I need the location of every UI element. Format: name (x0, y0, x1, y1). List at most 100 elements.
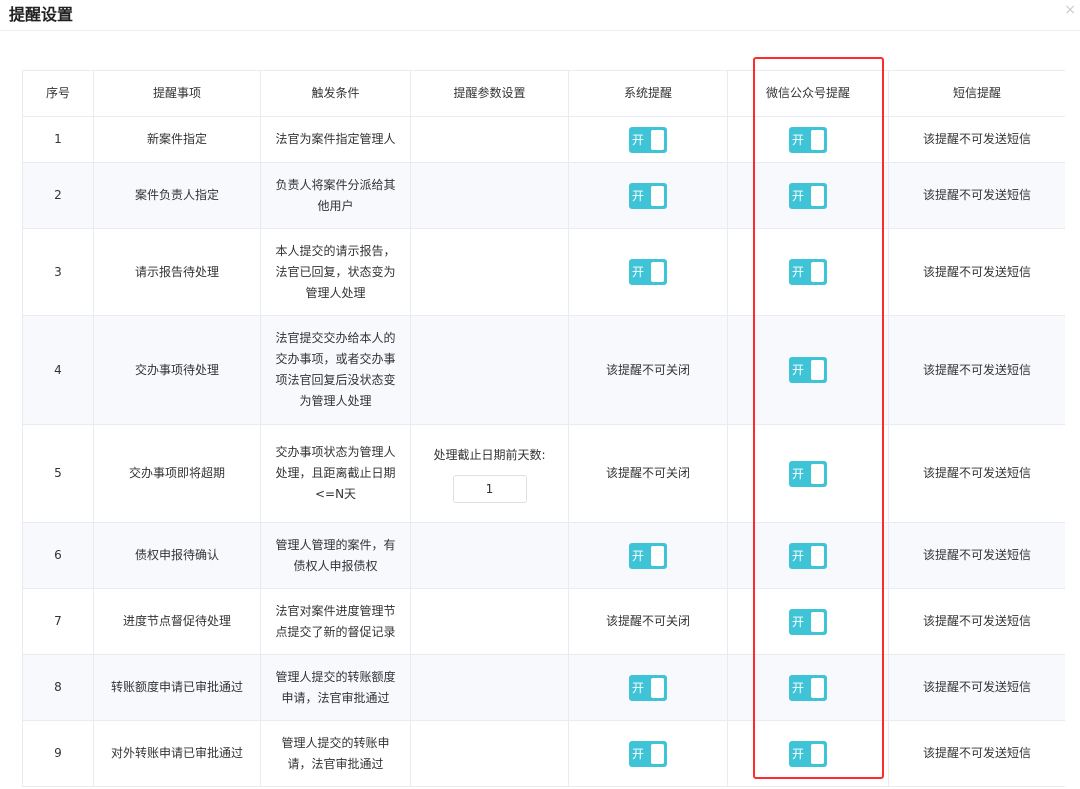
cell-system: 开 (568, 654, 728, 721)
cell-item: 案件负责人指定 (93, 162, 261, 229)
close-icon[interactable]: × (1064, 2, 1076, 18)
header-param: 提醒参数设置 (410, 70, 569, 117)
system-reminder-switch[interactable]: 开 (629, 259, 667, 285)
cell-condition: 法官提交交办给本人的交办事项，或者交办事项法官回复后没状态变为管理人处理 (260, 315, 411, 425)
cell-condition: 法官为案件指定管理人 (260, 116, 411, 163)
wechat-reminder-switch[interactable]: 开 (789, 126, 827, 153)
switch-on-label: 开 (792, 680, 805, 695)
switch-on-label: 开 (632, 265, 645, 279)
cell-system: 该提醒不可关闭 (568, 588, 728, 655)
cell-param: 处理截止日期前天数: (410, 424, 569, 523)
table-row: 2 案件负责人指定 负责人将案件分派给其他用户 开 开 该提醒不可发送短信 (22, 162, 1065, 229)
wechat-reminder-switch[interactable]: 开 (789, 608, 827, 635)
switch-on-label: 开 (632, 188, 645, 203)
switch-on-label: 开 (792, 746, 805, 761)
switch-knob (811, 360, 824, 380)
reminder-table-container: 序号 提醒事项 触发条件 提醒参数设置 系统提醒 微信公众号提醒 短信提醒 1新… (22, 70, 1065, 789)
header-wechat: 微信公众号提醒 (727, 70, 889, 117)
table-row: 5 交办事项即将超期 交办事项状态为管理人处理，且距离截止日期<=N天 处理截止日期前… (22, 424, 1065, 523)
cell-param (410, 116, 569, 163)
cell-item: 新案件指定 (93, 116, 261, 163)
table-row: 8 转账额度申请已审批通过 管理人提交的转账额度申请，法官审批通过 开 开 该提醒不可发送… (22, 654, 1065, 721)
switch-knob (811, 743, 824, 764)
cell-index: 8 (22, 654, 94, 721)
cell-item: 进度节点督促待处理 (93, 588, 261, 655)
reminder-settings-dialog: 提醒设置 × 序号 提醒事项 触发条件 提醒参数设置 系统提醒 微信公众号提醒 … (0, 0, 1080, 789)
cell-param (410, 162, 569, 229)
wechat-reminder-switch[interactable]: 开 (789, 357, 827, 383)
cell-wechat: 开 (727, 720, 889, 787)
cell-system: 开 (568, 228, 728, 316)
cell-sms: 该提醒不可发送短信 (888, 720, 1065, 787)
cell-index: 6 (22, 522, 94, 589)
switch-on-label: 开 (792, 466, 805, 481)
cell-sms: 该提醒不可发送短信 (888, 116, 1065, 163)
wechat-reminder-switch[interactable]: 开 (789, 259, 827, 285)
cell-param (410, 720, 569, 787)
cell-param (410, 588, 569, 655)
switch-knob (651, 545, 664, 566)
header-system: 系统提醒 (568, 70, 728, 117)
table-row: 1 新案件指定 法官为案件指定管理人 开 开 该提醒不可发送短信 (22, 116, 1065, 163)
system-reminder-switch[interactable]: 开 (629, 740, 667, 767)
table-row: 6 债权申报待确认 管理人管理的案件，有债权人申报债权 开 开 该提醒不可发送短信 (22, 522, 1065, 589)
switch-on-label: 开 (792, 132, 805, 147)
wechat-reminder-switch[interactable]: 开 (789, 740, 827, 767)
cell-index: 1 (22, 116, 94, 163)
switch-knob (811, 129, 824, 150)
system-reminder-switch[interactable]: 开 (629, 182, 667, 209)
system-reminder-switch[interactable]: 开 (629, 674, 667, 701)
dialog-header: 提醒设置 × (0, 0, 1080, 31)
cell-system: 开 (568, 116, 728, 163)
param-label: 处理截止日期前天数: (433, 447, 546, 462)
switch-knob (651, 185, 664, 206)
cell-sms: 该提醒不可发送短信 (888, 424, 1065, 523)
switch-on-label: 开 (792, 548, 805, 563)
cell-wechat: 开 (727, 162, 889, 229)
cell-wechat: 开 (727, 588, 889, 655)
cell-item: 交办事项即将超期 (93, 424, 261, 523)
cell-wechat: 开 (727, 424, 889, 523)
cell-index: 2 (22, 162, 94, 229)
switch-knob (811, 262, 824, 282)
cell-item: 请示报告待处理 (93, 228, 261, 316)
days-before-deadline-input[interactable] (452, 474, 527, 503)
header-index: 序号 (22, 70, 94, 117)
system-reminder-switch[interactable]: 开 (629, 126, 667, 153)
switch-on-label: 开 (632, 680, 645, 695)
cell-sms: 该提醒不可发送短信 (888, 162, 1065, 229)
switch-knob (811, 611, 824, 632)
reminder-table: 序号 提醒事项 触发条件 提醒参数设置 系统提醒 微信公众号提醒 短信提醒 1新… (22, 70, 1065, 787)
switch-knob (811, 677, 824, 698)
cell-item: 债权申报待确认 (93, 522, 261, 589)
wechat-reminder-switch[interactable]: 开 (789, 182, 827, 209)
cell-condition: 管理人管理的案件，有债权人申报债权 (260, 522, 411, 589)
cell-wechat: 开 (727, 228, 889, 316)
switch-knob (651, 262, 664, 282)
table-row: 4 交办事项待处理 法官提交交办给本人的交办事项，或者交办事项法官回复后没状态变为管… (22, 315, 1065, 425)
table-row: 7 进度节点督促待处理 法官对案件进度管理节点提交了新的督促记录 该提醒不可关闭 开 该提… (22, 588, 1065, 655)
cell-sms: 该提醒不可发送短信 (888, 522, 1065, 589)
switch-knob (651, 677, 664, 698)
cell-system: 开 (568, 522, 728, 589)
wechat-reminder-switch[interactable]: 开 (789, 674, 827, 701)
cell-wechat: 开 (727, 116, 889, 163)
cell-condition: 交办事项状态为管理人处理，且距离截止日期<=N天 (260, 424, 411, 523)
wechat-reminder-switch[interactable]: 开 (789, 460, 827, 487)
cell-condition: 负责人将案件分派给其他用户 (260, 162, 411, 229)
header-condition: 触发条件 (260, 70, 411, 117)
cell-index: 7 (22, 588, 94, 655)
cell-wechat: 开 (727, 522, 889, 589)
cell-condition: 法官对案件进度管理节点提交了新的督促记录 (260, 588, 411, 655)
cell-param (410, 654, 569, 721)
dialog-title: 提醒设置 (9, 5, 74, 24)
table-row: 9 对外转账申请已审批通过 管理人提交的转账申请，法官审批通过 开 开 该提醒不可发送短信 (22, 720, 1065, 787)
header-sms: 短信提醒 (888, 70, 1065, 117)
cell-condition: 管理人提交的转账额度申请，法官审批通过 (260, 654, 411, 721)
cell-item: 转账额度申请已审批通过 (93, 654, 261, 721)
cell-item: 对外转账申请已审批通过 (93, 720, 261, 787)
system-reminder-switch[interactable]: 开 (629, 542, 667, 569)
wechat-reminder-switch[interactable]: 开 (789, 542, 827, 569)
switch-on-label: 开 (632, 746, 645, 761)
cell-system: 开 (568, 720, 728, 787)
